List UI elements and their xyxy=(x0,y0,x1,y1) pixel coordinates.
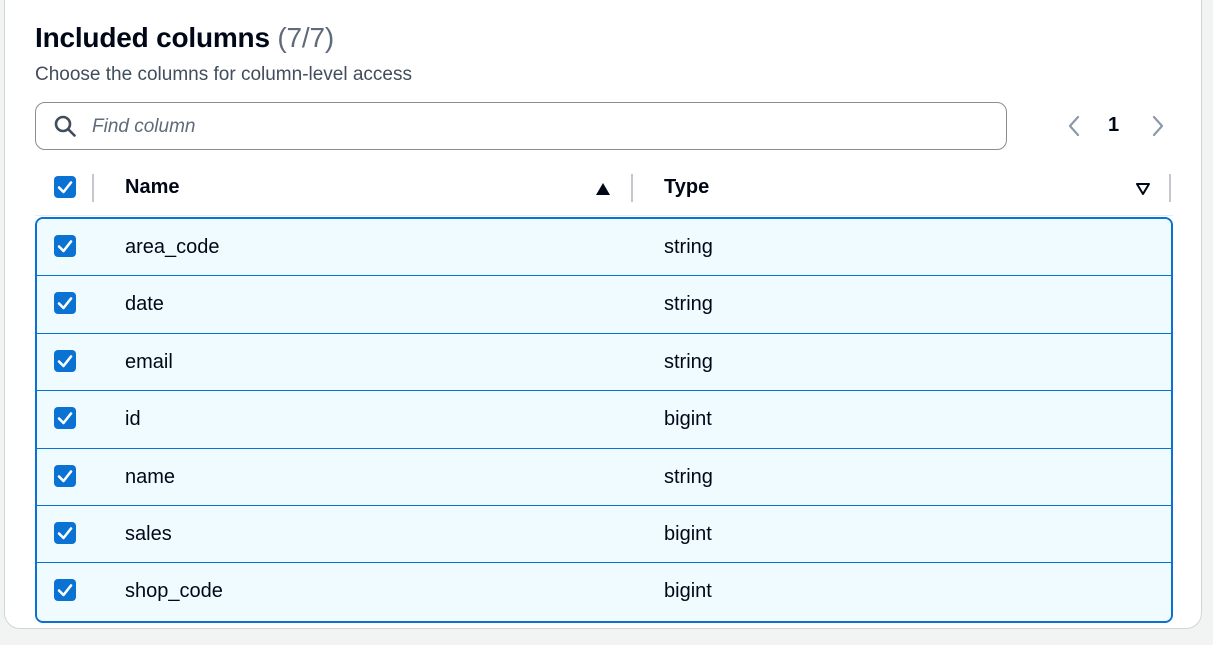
cell-column-name: name xyxy=(125,466,176,488)
header-rule xyxy=(35,215,1173,216)
select-all-checkbox[interactable] xyxy=(54,176,76,198)
column-divider[interactable] xyxy=(92,174,94,202)
cell-column-name: sales xyxy=(125,523,172,545)
cell-column-type: string xyxy=(664,466,713,488)
section-title-text: Included columns xyxy=(35,22,270,53)
cell-column-name: email xyxy=(125,351,173,373)
row-select-checkbox[interactable] xyxy=(54,579,76,601)
sort-descending-outline-icon[interactable] xyxy=(1135,181,1151,197)
chevron-right-icon[interactable] xyxy=(1148,114,1168,138)
table-row[interactable]: shop_code bigint xyxy=(37,563,1171,620)
search-icon xyxy=(54,115,76,137)
cell-column-type: bigint xyxy=(664,408,712,430)
cell-column-name: id xyxy=(125,408,141,430)
current-page-number[interactable]: 1 xyxy=(1108,114,1119,137)
table-row[interactable]: id bigint xyxy=(37,391,1171,448)
section-description: Choose the columns for column-level acce… xyxy=(35,64,413,85)
table-row[interactable]: sales bigint xyxy=(37,506,1171,563)
column-divider[interactable] xyxy=(1169,174,1171,202)
checkmark-icon xyxy=(57,297,73,310)
table-row[interactable]: name string xyxy=(37,449,1171,506)
row-select-checkbox[interactable] xyxy=(54,350,76,372)
checkmark-icon xyxy=(57,412,73,425)
cell-column-type: string xyxy=(664,236,713,258)
chevron-left-icon[interactable] xyxy=(1064,114,1084,138)
row-select-checkbox[interactable] xyxy=(54,465,76,487)
cell-column-name: date xyxy=(125,293,164,315)
search-input[interactable] xyxy=(90,111,994,143)
table-row[interactable]: email string xyxy=(37,334,1171,391)
cell-column-type: bigint xyxy=(664,523,712,545)
table-row[interactable]: date string xyxy=(37,276,1171,333)
checkmark-icon xyxy=(57,355,73,368)
row-select-checkbox[interactable] xyxy=(54,407,76,429)
column-header-type[interactable]: Type xyxy=(664,176,709,199)
row-select-checkbox[interactable] xyxy=(54,292,76,314)
cell-column-type: string xyxy=(664,293,713,315)
find-column-search[interactable] xyxy=(35,102,1007,150)
cell-column-type: string xyxy=(664,351,713,373)
table-row[interactable]: area_code string xyxy=(37,219,1171,276)
section-title: Included columns (7/7) xyxy=(35,22,334,54)
checkmark-icon xyxy=(57,470,73,483)
column-header-name[interactable]: Name xyxy=(125,176,179,199)
column-divider[interactable] xyxy=(631,174,633,202)
checkmark-icon xyxy=(57,181,73,194)
cell-column-name: shop_code xyxy=(125,580,223,602)
selection-count: (7/7) xyxy=(277,22,334,53)
sort-ascending-icon[interactable] xyxy=(595,181,611,197)
row-select-checkbox[interactable] xyxy=(54,522,76,544)
checkmark-icon xyxy=(57,527,73,540)
row-select-checkbox[interactable] xyxy=(54,235,76,257)
cell-column-type: bigint xyxy=(664,580,712,602)
columns-table: area_code string date string email string id bi… xyxy=(35,217,1173,623)
checkmark-icon xyxy=(57,584,73,597)
cell-column-name: area_code xyxy=(125,236,220,258)
checkmark-icon xyxy=(57,240,73,253)
